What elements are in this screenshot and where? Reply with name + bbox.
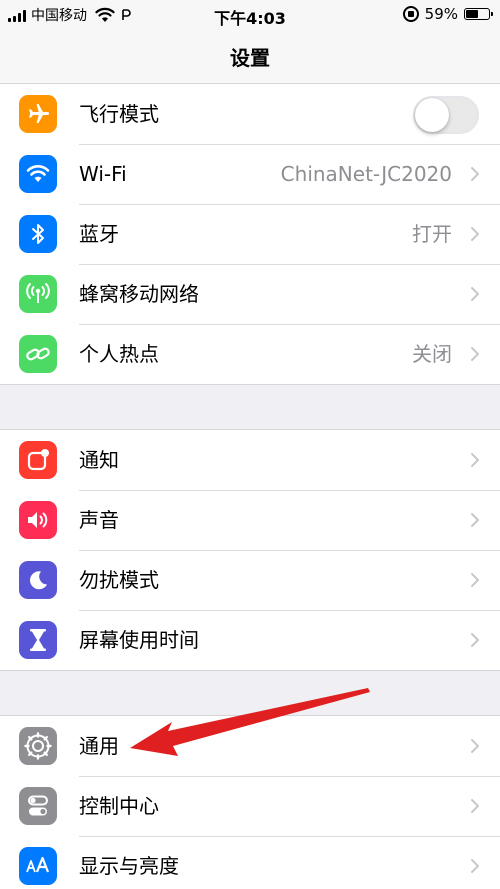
row-label: 蜂窝移动网络	[79, 282, 199, 306]
chevron-right-icon	[471, 227, 479, 241]
status-right: 59%	[402, 5, 493, 23]
settings-row-notifications[interactable]: 通知	[0, 430, 500, 490]
hotspot-icon	[19, 335, 57, 373]
chevron-right-icon	[471, 287, 479, 301]
chevron-right-icon	[471, 739, 479, 753]
settings-row-general[interactable]: 通用	[0, 716, 500, 776]
moon-icon	[19, 561, 57, 599]
settings-row-sounds[interactable]: 声音	[0, 490, 500, 550]
chevron-right-icon	[471, 167, 479, 181]
cellular-icon	[19, 275, 57, 313]
battery-percentage: 59%	[424, 5, 458, 23]
notifications-icon	[19, 441, 57, 479]
row-label: 勿扰模式	[79, 568, 159, 592]
chevron-right-icon	[471, 347, 479, 361]
row-label: Wi-Fi	[79, 162, 127, 186]
row-label: 屏幕使用时间	[79, 628, 199, 652]
chevron-right-icon	[471, 453, 479, 467]
settings-row-personal-hotspot[interactable]: 个人热点 关闭	[0, 324, 500, 384]
settings-row-bluetooth[interactable]: 蓝牙 打开	[0, 204, 500, 264]
settings-screen: 中国移动 下午4:03 59% 设置 飞行模式 Wi-Fi ChinaNet-J…	[0, 0, 500, 889]
settings-row-wifi[interactable]: Wi-Fi ChinaNet-JC2020	[0, 144, 500, 204]
wifi-icon	[19, 155, 57, 193]
chevron-right-icon	[471, 859, 479, 873]
row-label: 显示与亮度	[79, 854, 179, 878]
row-detail: 打开	[412, 222, 452, 246]
row-label: 飞行模式	[79, 102, 159, 126]
battery-icon	[464, 8, 493, 20]
status-bar: 中国移动 下午4:03 59%	[0, 0, 500, 30]
bluetooth-icon	[19, 215, 57, 253]
battery-level-fill	[466, 10, 478, 18]
row-label: 蓝牙	[79, 222, 119, 246]
row-label: 通用	[79, 734, 119, 758]
gear-icon	[19, 727, 57, 765]
settings-row-airplane-mode[interactable]: 飞行模式	[0, 84, 500, 144]
navigation-bar: 设置	[0, 30, 500, 85]
settings-row-display-brightness[interactable]: 显示与亮度	[0, 836, 500, 889]
settings-row-control-center[interactable]: 控制中心	[0, 776, 500, 836]
row-label: 个人热点	[79, 342, 159, 366]
row-label: 声音	[79, 508, 119, 532]
chevron-right-icon	[471, 573, 479, 587]
row-detail: ChinaNet-JC2020	[280, 162, 452, 186]
chevron-right-icon	[471, 799, 479, 813]
sound-icon	[19, 501, 57, 539]
settings-group-general: 通用 控制中心 显示与亮度	[0, 715, 500, 889]
display-brightness-icon	[19, 847, 57, 885]
settings-row-do-not-disturb[interactable]: 勿扰模式	[0, 550, 500, 610]
row-label: 控制中心	[79, 794, 159, 818]
settings-group-notifications: 通知 声音 勿扰模式 屏幕使用时间	[0, 429, 500, 671]
control-center-icon	[19, 787, 57, 825]
airplane-icon	[19, 95, 57, 133]
settings-row-screen-time[interactable]: 屏幕使用时间	[0, 610, 500, 670]
chevron-right-icon	[471, 513, 479, 527]
page-title: 设置	[230, 46, 270, 70]
row-detail: 关闭	[412, 342, 452, 366]
settings-group-connectivity: 飞行模式 Wi-Fi ChinaNet-JC2020 蓝牙 打开 蜂窝移动网络 …	[0, 83, 500, 385]
hourglass-icon	[19, 621, 57, 659]
toggle-knob	[415, 98, 449, 132]
orientation-lock-icon	[402, 6, 419, 22]
chevron-right-icon	[471, 633, 479, 647]
row-label: 通知	[79, 448, 119, 472]
settings-row-cellular[interactable]: 蜂窝移动网络	[0, 264, 500, 324]
airplane-mode-toggle[interactable]	[413, 96, 479, 134]
